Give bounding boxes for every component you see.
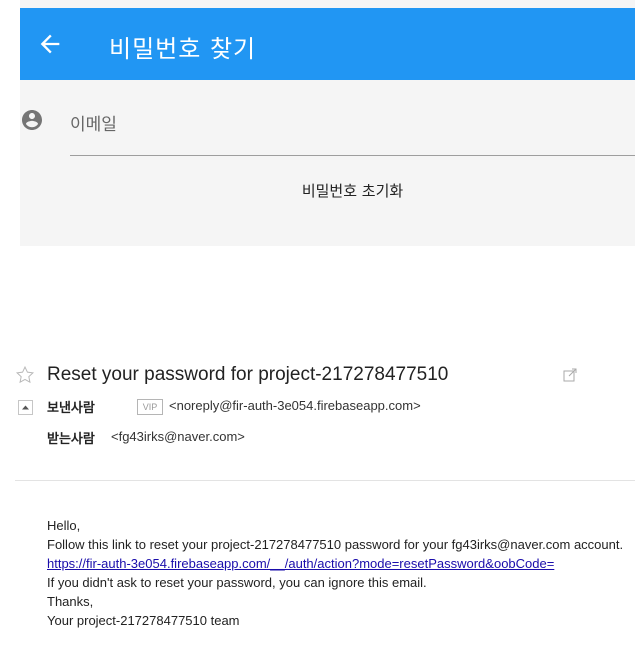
collapse-toggle-icon[interactable] xyxy=(18,400,33,415)
recipient-address[interactable]: <fg43irks@naver.com> xyxy=(111,429,245,444)
header-divider xyxy=(15,480,635,481)
reset-password-button[interactable]: 비밀번호 초기화 xyxy=(70,168,635,214)
email-body: Hello, Follow this link to reset your pr… xyxy=(47,516,635,630)
app-bar: 비밀번호 찾기 xyxy=(20,8,635,80)
body-signature: Your project-217278477510 team xyxy=(47,613,240,628)
page-title: 비밀번호 찾기 xyxy=(109,35,257,63)
body-line-ignore: If you didn't ask to reset your password… xyxy=(47,575,427,590)
email-field[interactable]: 이메일 xyxy=(70,110,117,135)
reset-password-link[interactable]: https://fir-auth-3e054.firebaseapp.com/_… xyxy=(47,554,635,573)
back-arrow-icon[interactable] xyxy=(36,30,64,58)
popout-icon[interactable] xyxy=(563,368,577,382)
body-greeting: Hello, xyxy=(47,518,81,533)
star-icon[interactable] xyxy=(15,365,35,385)
vip-badge: VIP xyxy=(137,399,163,415)
recipient-label: 받는사람 xyxy=(47,432,95,447)
email-subject: Reset your password for project-21727847… xyxy=(47,364,449,385)
email-field-row: 이메일 xyxy=(20,100,635,158)
sender-address[interactable]: <noreply@fir-auth-3e054.firebaseapp.com> xyxy=(169,398,421,413)
body-line-instructions: Follow this link to reset your project-2… xyxy=(47,537,624,552)
account-circle-icon xyxy=(22,110,42,130)
email-field-underline xyxy=(70,155,635,156)
body-thanks: Thanks, xyxy=(47,594,94,609)
password-reset-screen: 비밀번호 찾기 이메일 비밀번호 초기화 xyxy=(20,0,635,246)
sender-label: 보낸사람 xyxy=(47,401,95,416)
